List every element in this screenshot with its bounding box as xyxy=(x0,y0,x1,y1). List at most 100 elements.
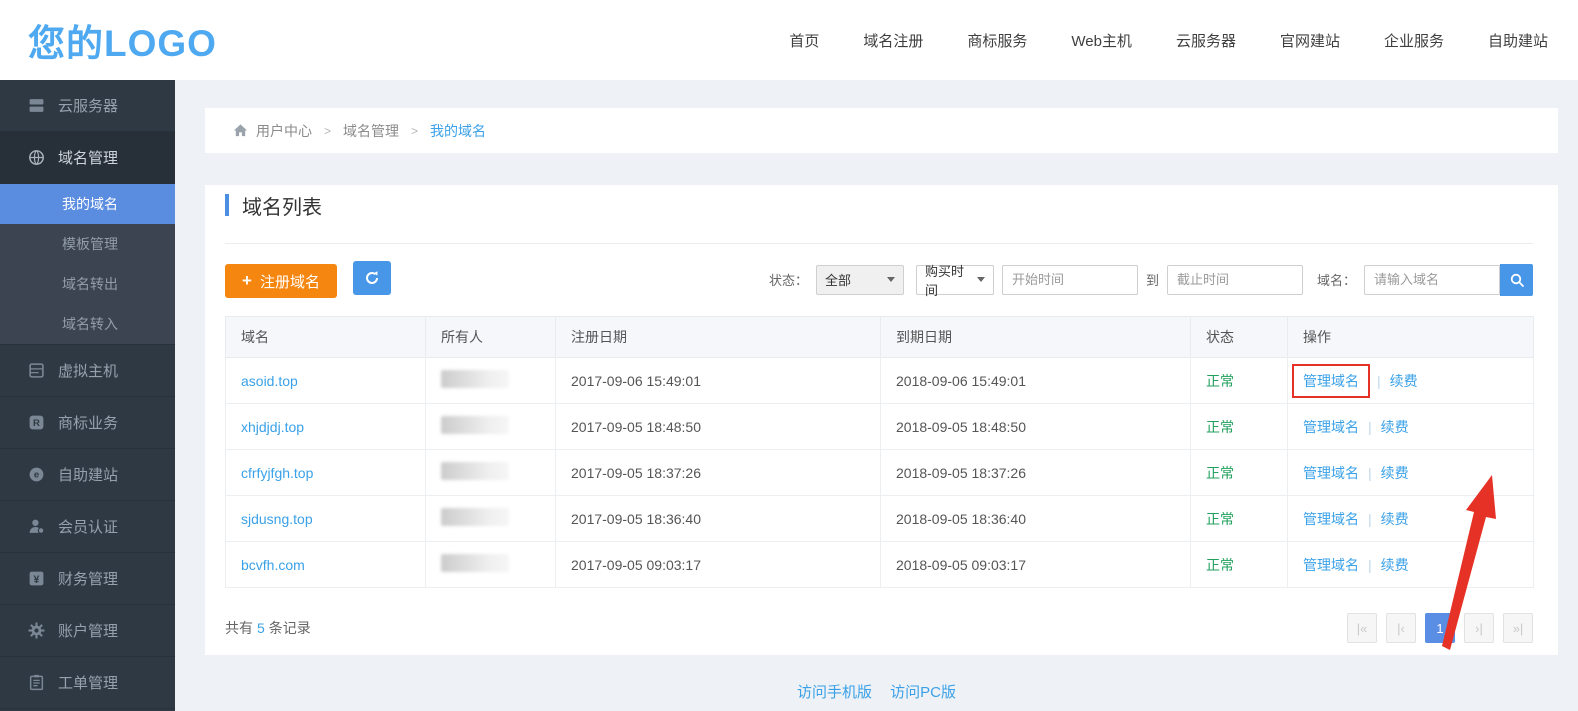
sidebar-item-domain-management[interactable]: 域名管理 xyxy=(0,132,175,184)
nav-cloud-server[interactable]: 云服务器 xyxy=(1176,30,1236,51)
breadcrumb-separator: > xyxy=(411,124,418,138)
domain-link[interactable]: xhjdjdj.top xyxy=(241,419,304,435)
chevron-down-icon xyxy=(887,277,895,282)
sidebar-item-label: 工单管理 xyxy=(58,672,118,693)
renew-link[interactable]: 续费 xyxy=(1381,419,1409,435)
refresh-button[interactable] xyxy=(353,261,391,295)
domain-link[interactable]: cfrfyjfgh.top xyxy=(241,465,313,481)
manage-domain-link[interactable]: 管理域名 xyxy=(1303,557,1359,573)
sidebar-item-virtual-host[interactable]: 虚拟主机 xyxy=(0,345,175,397)
home-icon xyxy=(233,123,248,138)
mobile-version-link[interactable]: 访问手机版 xyxy=(797,684,872,701)
top-header: 您的LOGO 首页 域名注册 商标服务 Web主机 云服务器 官网建站 企业服务… xyxy=(0,0,1578,80)
sidebar-item-label: 财务管理 xyxy=(58,568,118,589)
next-page-button[interactable]: ›| xyxy=(1464,613,1494,643)
manage-domain-link[interactable]: 管理域名 xyxy=(1303,373,1359,389)
sidebar-item-finance[interactable]: ¥ 财务管理 xyxy=(0,553,175,605)
submenu-item-template-management[interactable]: 模板管理 xyxy=(0,224,175,264)
status-select[interactable]: 全部 xyxy=(816,265,904,295)
col-header-registered: 注册日期 xyxy=(556,317,881,358)
manage-domain-link[interactable]: 管理域名 xyxy=(1303,419,1359,435)
sidebar-item-label: 云服务器 xyxy=(58,95,118,116)
submenu-item-domain-transfer-out[interactable]: 域名转出 xyxy=(0,264,175,304)
filters: 状态： 全部 购买时间 到 域名： xyxy=(769,264,1533,296)
renew-link[interactable]: 续费 xyxy=(1381,465,1409,481)
plus-icon: + xyxy=(242,271,252,291)
clipboard-icon xyxy=(28,674,45,691)
nav-self-service-site[interactable]: 自助建站 xyxy=(1488,30,1548,51)
expires-date: 2018-09-05 18:48:50 xyxy=(881,404,1191,450)
breadcrumb-domain-management[interactable]: 域名管理 xyxy=(343,121,399,141)
domain-filter-label: 域名： xyxy=(1317,270,1356,289)
nav-enterprise-service[interactable]: 企业服务 xyxy=(1384,30,1444,51)
title-accent-bar xyxy=(225,194,229,216)
submenu-item-domain-transfer-in[interactable]: 域名转入 xyxy=(0,304,175,344)
prev-page-button[interactable]: |‹ xyxy=(1386,613,1416,643)
panel-title-row: 域名列表 xyxy=(225,205,1533,244)
table-footer: 共有5条记录 |« |‹ 1 ›| »| xyxy=(225,613,1533,643)
main-content: 用户中心 > 域名管理 > 我的域名 域名列表 +注册域名 状态： 全部 购买时… xyxy=(175,80,1578,711)
nav-website-building[interactable]: 官网建站 xyxy=(1280,30,1340,51)
nav-trademark-service[interactable]: 商标服务 xyxy=(967,30,1027,51)
red-highlight-box: 管理域名 xyxy=(1292,364,1370,398)
sidebar-item-trademark[interactable]: R 商标业务 xyxy=(0,397,175,449)
expires-date: 2018-09-05 18:36:40 xyxy=(881,496,1191,542)
sidebar-item-site-builder[interactable]: e 自助建站 xyxy=(0,449,175,501)
end-date-input[interactable] xyxy=(1167,265,1303,295)
current-page-button[interactable]: 1 xyxy=(1425,613,1455,643)
submenu-item-my-domains[interactable]: 我的域名 xyxy=(0,184,175,224)
col-header-owner: 所有人 xyxy=(426,317,556,358)
start-date-input[interactable] xyxy=(1002,265,1138,295)
domain-search-input[interactable] xyxy=(1364,265,1500,295)
domain-link[interactable]: bcvfh.com xyxy=(241,557,305,573)
col-header-status: 状态 xyxy=(1191,317,1288,358)
action-separator: | xyxy=(1368,511,1372,527)
registered-date: 2017-09-06 15:49:01 xyxy=(556,358,881,404)
manage-domain-link[interactable]: 管理域名 xyxy=(1303,511,1359,527)
top-navigation: 首页 域名注册 商标服务 Web主机 云服务器 官网建站 企业服务 自助建站 xyxy=(745,30,1548,51)
svg-text:R: R xyxy=(33,418,40,429)
table-row: cfrfyjfgh.top 2017-09-05 18:37:26 2018-0… xyxy=(226,450,1534,496)
domain-link[interactable]: asoid.top xyxy=(241,373,298,389)
refresh-icon xyxy=(364,270,380,286)
breadcrumb-user-center[interactable]: 用户中心 xyxy=(256,121,312,141)
last-page-button[interactable]: »| xyxy=(1503,613,1533,643)
owner-redacted xyxy=(441,462,509,480)
page-title: 域名列表 xyxy=(242,191,322,220)
register-domain-button[interactable]: +注册域名 xyxy=(225,264,337,298)
domain-table: 域名 所有人 注册日期 到期日期 状态 操作 asoid.top 2017-09… xyxy=(225,316,1534,588)
col-header-actions: 操作 xyxy=(1288,317,1534,358)
owner-redacted xyxy=(441,554,509,572)
sidebar-item-work-order[interactable]: 工单管理 xyxy=(0,657,175,709)
sidebar-item-cloud-server[interactable]: 云服务器 xyxy=(0,80,175,132)
toolbar: +注册域名 状态： 全部 购买时间 到 域名： xyxy=(225,261,1533,298)
renew-link[interactable]: 续费 xyxy=(1381,511,1409,527)
status-badge: 正常 xyxy=(1206,419,1234,435)
search-button[interactable] xyxy=(1500,264,1533,296)
action-separator: | xyxy=(1368,419,1372,435)
sidebar-item-member-auth[interactable]: 会员认证 xyxy=(0,501,175,553)
breadcrumb-separator: > xyxy=(324,124,331,138)
sidebar-item-account[interactable]: 账户管理 xyxy=(0,605,175,657)
expires-date: 2018-09-05 09:03:17 xyxy=(881,542,1191,588)
domain-link[interactable]: sjdusng.top xyxy=(241,511,313,527)
registered-date: 2017-09-05 18:37:26 xyxy=(556,450,881,496)
pc-version-link[interactable]: 访问PC版 xyxy=(890,684,956,701)
record-count: 5 xyxy=(257,620,265,636)
manage-domain-link[interactable]: 管理域名 xyxy=(1303,465,1359,481)
renew-link[interactable]: 续费 xyxy=(1381,557,1409,573)
sidebar-item-label: 商标业务 xyxy=(58,412,118,433)
nav-home[interactable]: 首页 xyxy=(789,30,819,51)
sidebar-item-label: 会员认证 xyxy=(58,516,118,537)
time-type-select[interactable]: 购买时间 xyxy=(916,265,994,295)
breadcrumb-current: 我的域名 xyxy=(430,121,486,141)
breadcrumb: 用户中心 > 域名管理 > 我的域名 xyxy=(205,108,1558,153)
registered-date: 2017-09-05 18:48:50 xyxy=(556,404,881,450)
nav-domain-register[interactable]: 域名注册 xyxy=(863,30,923,51)
toolbar-left: +注册域名 xyxy=(225,261,391,298)
first-page-button[interactable]: |« xyxy=(1347,613,1377,643)
col-header-domain: 域名 xyxy=(226,317,426,358)
nav-web-hosting[interactable]: Web主机 xyxy=(1071,30,1132,51)
renew-link[interactable]: 续费 xyxy=(1390,373,1418,389)
status-badge: 正常 xyxy=(1206,511,1234,527)
